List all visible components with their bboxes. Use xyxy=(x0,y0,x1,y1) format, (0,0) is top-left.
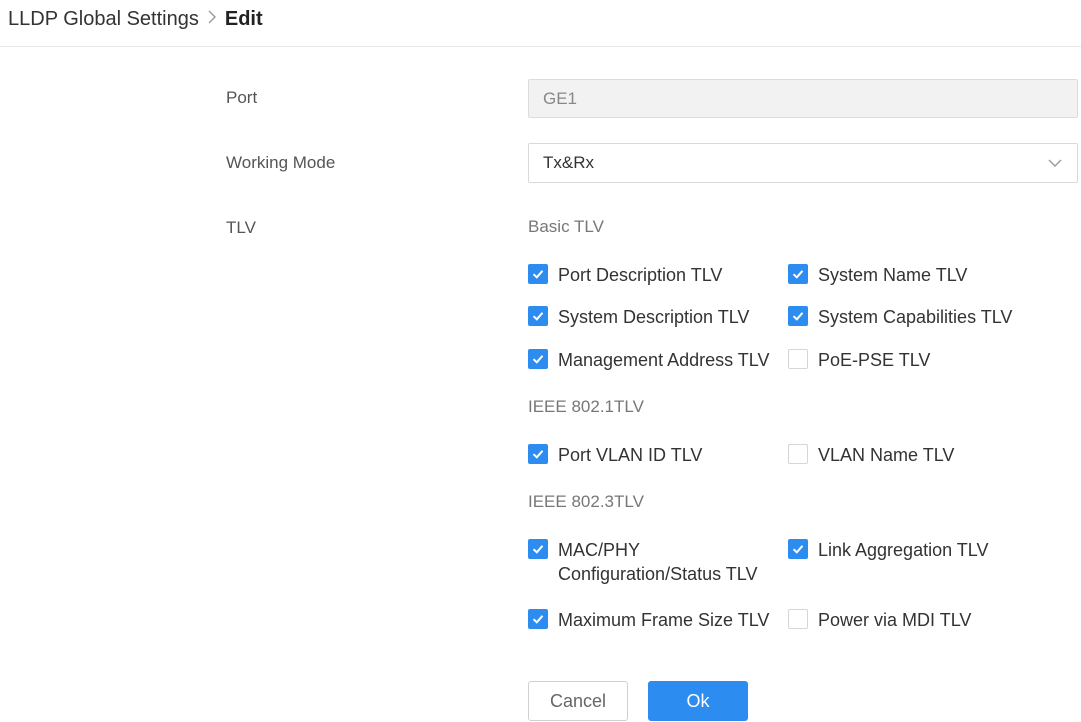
checkbox-system-capabilities[interactable]: System Capabilities TLV xyxy=(788,305,1012,329)
checkbox-unchecked-icon xyxy=(788,444,808,464)
checkbox-label: VLAN Name TLV xyxy=(818,445,955,465)
checkbox-poe-pse[interactable]: PoE-PSE TLV xyxy=(788,348,930,372)
checkbox-checked-icon xyxy=(788,306,808,326)
checkbox-management-address[interactable]: Management Address TLV xyxy=(528,348,769,372)
checkbox-label: Management Address TLV xyxy=(558,350,770,370)
section-ieee-8021-tlv: IEEE 802.1TLV xyxy=(528,397,644,416)
section-ieee-8023-tlv: IEEE 802.3TLV xyxy=(528,492,644,511)
checkbox-label: Power via MDI TLV xyxy=(818,610,972,630)
checkbox-label: System Name TLV xyxy=(818,265,968,285)
checkbox-label-line1: MAC/PHY xyxy=(558,540,641,560)
cancel-button[interactable]: Cancel xyxy=(528,681,628,721)
checkbox-checked-icon xyxy=(788,539,808,559)
working-mode-select[interactable]: Tx&Rx xyxy=(528,143,1078,183)
checkbox-unchecked-icon xyxy=(788,609,808,629)
checkbox-checked-icon xyxy=(528,306,548,326)
working-mode-label: Working Mode xyxy=(226,153,336,172)
tlv-label: TLV xyxy=(226,218,256,237)
checkbox-max-frame-size[interactable]: Maximum Frame Size TLV xyxy=(528,608,769,632)
checkbox-label: Port Description TLV xyxy=(558,265,723,285)
checkbox-label: System Capabilities TLV xyxy=(818,307,1013,327)
breadcrumb-separator-icon xyxy=(207,10,217,29)
checkbox-system-name[interactable]: System Name TLV xyxy=(788,263,967,287)
checkbox-checked-icon xyxy=(528,444,548,464)
checkbox-checked-icon xyxy=(528,264,548,284)
checkbox-label: PoE-PSE TLV xyxy=(818,350,931,370)
port-label: Port xyxy=(226,88,258,107)
breadcrumb-parent-link[interactable]: LLDP Global Settings xyxy=(8,8,199,31)
port-value: GE1 xyxy=(543,88,578,108)
breadcrumb: LLDP Global Settings Edit xyxy=(8,6,263,32)
checkbox-power-via-mdi[interactable]: Power via MDI TLV xyxy=(788,608,971,632)
checkbox-link-aggregation[interactable]: Link Aggregation TLV xyxy=(788,538,988,562)
page-title: Edit xyxy=(224,7,263,30)
checkbox-label-line2: Configuration/Status TLV xyxy=(558,564,758,584)
checkbox-mac-phy[interactable]: MAC/PHY Configuration/Status TLV xyxy=(528,538,757,586)
checkbox-checked-icon xyxy=(528,539,548,559)
checkbox-label: Maximum Frame Size TLV xyxy=(558,610,770,630)
chevron-down-icon xyxy=(1048,159,1062,167)
checkbox-vlan-name[interactable]: VLAN Name TLV xyxy=(788,443,954,467)
header-divider xyxy=(0,46,1081,47)
checkbox-checked-icon xyxy=(528,349,548,369)
checkbox-port-description[interactable]: Port Description TLV xyxy=(528,263,722,287)
checkbox-checked-icon xyxy=(788,264,808,284)
checkbox-label: MAC/PHY Configuration/Status TLV xyxy=(558,538,757,586)
section-basic-tlv: Basic TLV xyxy=(528,217,604,236)
checkbox-checked-icon xyxy=(528,609,548,629)
checkbox-system-description[interactable]: System Description TLV xyxy=(528,305,749,329)
working-mode-value: Tx&Rx xyxy=(543,153,594,172)
checkbox-label: Link Aggregation TLV xyxy=(818,540,989,560)
checkbox-label: System Description TLV xyxy=(558,307,750,327)
ok-button[interactable]: Ok xyxy=(648,681,748,721)
port-field: GE1 xyxy=(528,79,1078,118)
checkbox-unchecked-icon xyxy=(788,349,808,369)
checkbox-port-vlan-id[interactable]: Port VLAN ID TLV xyxy=(528,443,702,467)
checkbox-label: Port VLAN ID TLV xyxy=(558,445,703,465)
